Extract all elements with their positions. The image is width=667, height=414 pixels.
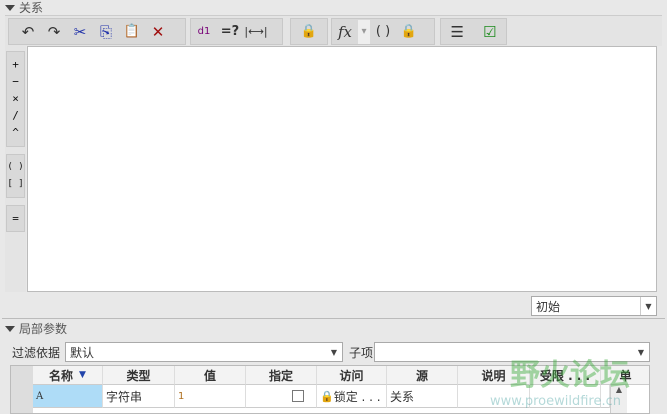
cell-designated: [246, 385, 317, 408]
parameter-lock-icon[interactable]: 🔒: [396, 20, 422, 44]
relations-toolbar: ↶ ↷ ✂ ⎘ 📋 ✕ d1 =? |⟷| 🔒 fx ▾ ( ) 🔒 ☰ ☑: [5, 15, 662, 46]
cell-restricted[interactable]: [530, 385, 601, 408]
equals-button[interactable]: =: [12, 210, 19, 227]
arith-group: + − × / ^: [6, 51, 25, 147]
undo-icon[interactable]: ↶: [15, 20, 41, 44]
dimension-icon[interactable]: |⟷|: [243, 20, 269, 44]
list-icon[interactable]: ☰: [444, 20, 470, 44]
scroll-up-icon[interactable]: ▲: [616, 385, 622, 394]
col-restricted[interactable]: 受限 . . .: [530, 366, 601, 385]
cell-access[interactable]: 🔒 锁定 . . .: [317, 385, 387, 408]
chevron-down-icon: ▼: [637, 347, 645, 357]
col-description[interactable]: 说明: [458, 366, 530, 385]
col-designated[interactable]: 指定: [246, 366, 317, 385]
delete-icon[interactable]: ✕: [145, 20, 171, 44]
copy-icon[interactable]: ⎘: [93, 20, 119, 44]
local-params-header[interactable]: 局部参数: [0, 321, 667, 336]
sort-relations-icon[interactable]: d1: [191, 20, 217, 44]
filter-select[interactable]: 默认 ▼: [65, 342, 343, 362]
filter-label: 过滤依据: [12, 346, 61, 360]
equals-group: =: [6, 205, 25, 232]
col-value[interactable]: 值: [175, 366, 246, 385]
col-name[interactable]: 名称 ▼: [33, 366, 103, 385]
col-access[interactable]: 访问: [317, 366, 387, 385]
brackets-icon[interactable]: ( ): [370, 20, 396, 44]
paste-icon[interactable]: 📋: [119, 20, 145, 44]
filter-icon[interactable]: ▼: [79, 370, 86, 380]
tools-group: d1 =? |⟷|: [190, 18, 283, 45]
multiply-button[interactable]: ×: [12, 90, 19, 107]
mode-select-value: 初始: [536, 299, 561, 314]
parentheses-button[interactable]: ( ): [7, 159, 23, 176]
vertical-scrollbar[interactable]: ▲: [610, 385, 627, 413]
col-name-label: 名称: [49, 368, 74, 383]
lock-icon: 🔒: [320, 389, 334, 403]
relations-title: 关系: [19, 1, 44, 15]
redo-icon[interactable]: ↷: [41, 20, 67, 44]
chevron-down-icon: ▼: [640, 297, 656, 315]
evaluate-icon[interactable]: =?: [217, 20, 243, 44]
cell-name[interactable]: A: [33, 385, 103, 408]
params-table: 名称 ▼ 类型 值 指定 访问 源 说明 受限 . . . 单 A 字符串 1 🔒…: [10, 365, 650, 414]
function-icon[interactable]: fx: [332, 20, 358, 44]
list-group: ☰ ☑: [440, 18, 507, 45]
cell-value[interactable]: 1: [175, 385, 246, 408]
col-unit[interactable]: 单: [601, 366, 649, 385]
filter-value: 默认: [70, 345, 95, 360]
cell-unit[interactable]: [601, 385, 610, 408]
operator-bar: + − × / ^ ( ) [ ] =: [5, 46, 26, 292]
collapse-icon: [5, 4, 15, 11]
sub-select[interactable]: ▼: [374, 342, 650, 362]
designated-checkbox[interactable]: [291, 390, 304, 402]
verify-group: 🔒: [290, 18, 328, 45]
power-button[interactable]: ^: [12, 124, 19, 141]
access-value: 锁定 . . .: [333, 389, 381, 404]
verify-icon[interactable]: ☑: [477, 20, 503, 44]
cut-icon[interactable]: ✂: [67, 20, 93, 44]
cell-description[interactable]: [458, 385, 530, 408]
chevron-down-icon: ▼: [330, 347, 338, 357]
local-params-title: 局部参数: [19, 322, 68, 336]
edit-group: ↶ ↷ ✂ ⎘ 📋 ✕: [8, 18, 186, 45]
minus-button[interactable]: −: [12, 73, 19, 90]
col-type[interactable]: 类型: [103, 366, 175, 385]
row-header-column: [11, 366, 33, 413]
function-dropdown-icon[interactable]: ▾: [358, 19, 370, 44]
function-group: fx ▾ ( ) 🔒: [331, 18, 435, 45]
divider: [2, 318, 665, 320]
relations-editor[interactable]: [27, 46, 657, 292]
paren-group: ( ) [ ]: [6, 154, 25, 198]
brackets-button[interactable]: [ ]: [7, 176, 23, 193]
divide-button[interactable]: /: [12, 107, 19, 124]
relations-header[interactable]: 关系: [0, 0, 667, 15]
collapse-icon: [5, 325, 15, 332]
mode-select[interactable]: 初始 ▼: [531, 296, 657, 316]
col-source[interactable]: 源: [387, 366, 458, 385]
cell-type[interactable]: 字符串: [103, 385, 175, 408]
sub-label: 子项: [349, 346, 374, 360]
verify-lock-icon[interactable]: 🔒: [296, 20, 322, 44]
plus-button[interactable]: +: [12, 56, 19, 73]
cell-source[interactable]: 关系: [387, 385, 458, 408]
